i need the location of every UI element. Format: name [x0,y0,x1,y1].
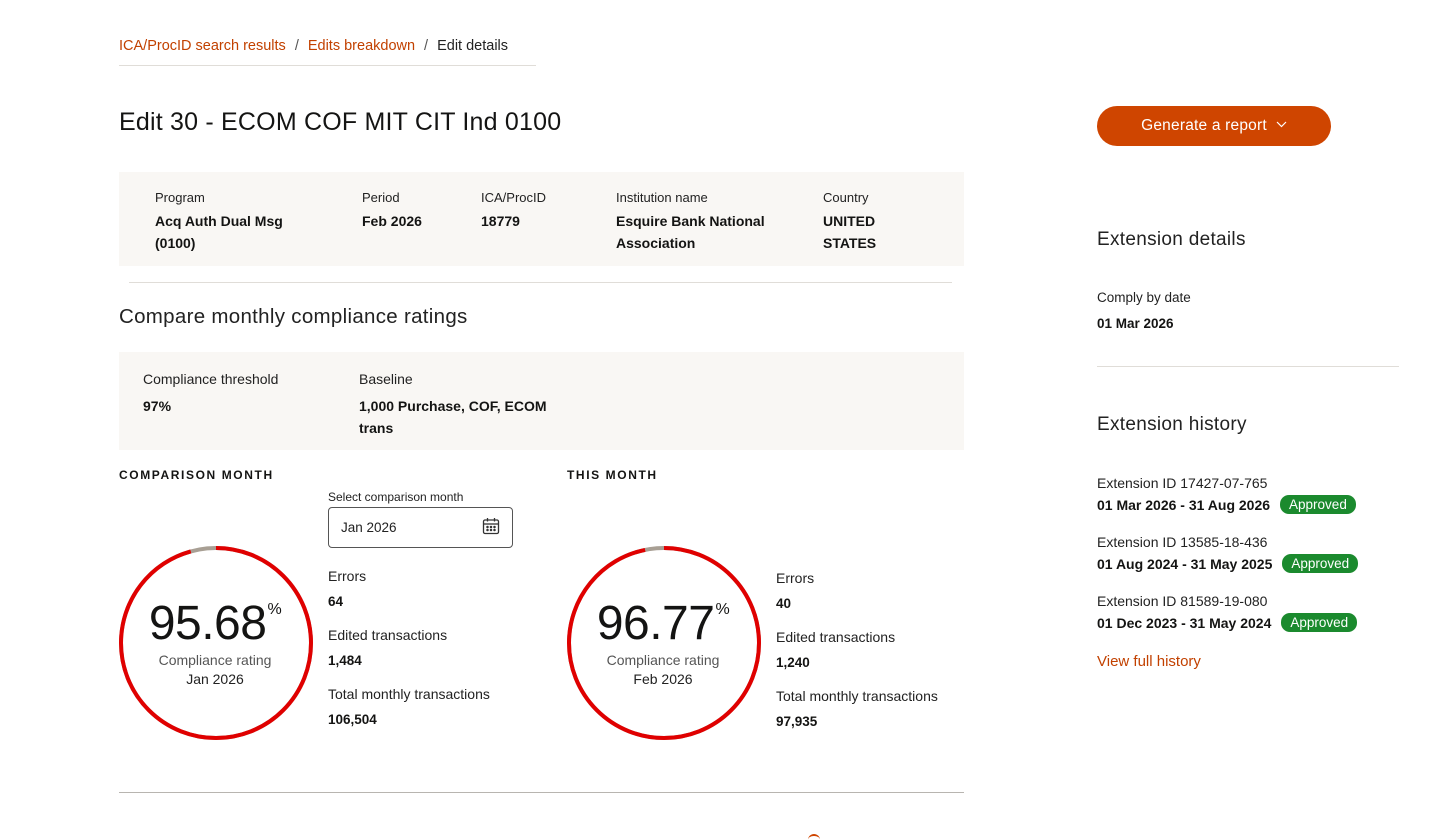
institution-label: Institution name [616,190,708,205]
country-value-line1: UNITED [823,213,876,229]
select-comparison-month-label: Select comparison month [328,490,464,504]
this-month-total-value: 97,935 [776,714,818,729]
period-value: Feb 2026 [362,213,422,229]
this-month-edited-value: 1,240 [776,655,810,670]
this-month-rating-text: 96.77% Compliance rating Feb 2026 [566,600,760,688]
extension-id: Extension ID 81589-19-080 [1097,593,1268,609]
this-month-rating-value: 96.77 [596,597,715,650]
divider [119,792,964,793]
comparison-rating-caption: Compliance rating [158,652,272,668]
breadcrumb-separator: / [424,38,429,54]
this-month-errors-label: Errors [776,570,815,586]
comparison-errors-value: 64 [328,594,344,609]
country-label: Country [823,190,869,205]
comparison-stats: Errors 64 Edited transactions 1,484 Tota… [328,568,490,727]
status-badge: Approved [1280,495,1356,514]
comply-by-label: Comply by date [1097,290,1191,305]
percent-sign: % [267,601,282,618]
institution-value-line2: Association [616,235,696,251]
country-value-line2: STATES [823,235,877,251]
divider [129,282,952,283]
extension-history-title: Extension history [1097,414,1247,435]
this-month-rating-month: Feb 2026 [633,671,693,687]
ica-value: 18779 [481,213,520,229]
comparison-edited-label: Edited transactions [328,627,448,643]
program-field: Program Acq Auth Dual Msg (0100) [155,190,283,254]
extension-history-item: Extension ID 81589-19-080 01 Dec 2023 - … [1097,593,1358,632]
comparison-rating-text: 95.68% Compliance rating Jan 2026 [118,600,312,688]
comparison-edited-value: 1,484 [328,653,362,668]
chevron-down-icon [1276,119,1287,131]
page-title: Edit 30 - ECOM COF MIT CIT Ind 0100 [119,108,562,136]
program-label: Program [155,190,205,205]
this-month-rating-caption: Compliance rating [606,652,720,668]
comparison-total-value: 106,504 [328,712,377,727]
ica-label: ICA/ProcID [481,190,547,205]
comply-by-value: 01 Mar 2026 [1097,316,1174,331]
period-label: Period [362,190,400,205]
extension-id: Extension ID 13585-18-436 [1097,534,1268,550]
extension-details-title: Extension details [1097,229,1246,250]
this-month-rating-number: 96.77% [566,600,760,648]
partial-icon [808,834,820,839]
comparison-total-label: Total monthly transactions [328,686,490,702]
comparison-rating-month: Jan 2026 [186,671,244,687]
extension-dates: 01 Mar 2026 - 31 Aug 2026 [1097,496,1271,513]
period-field: Period Feb 2026 [362,190,422,232]
baseline-label: Baseline [359,371,413,387]
edit-info-panel: Program Acq Auth Dual Msg (0100) Period … [119,172,964,266]
threshold-field: Compliance threshold 97% [143,371,278,417]
this-month-errors-value: 40 [776,596,792,611]
this-month-stats: Errors 40 Edited transactions 1,240 Tota… [776,570,938,729]
percent-sign: % [715,601,730,618]
calendar-icon[interactable] [482,517,500,538]
breadcrumb-separator: / [294,38,299,54]
baseline-value-line1: 1,000 Purchase, COF, ECOM [359,398,547,414]
comparison-errors-label: Errors [328,568,367,584]
breadcrumb: ICA/ProcID search results / Edits breakd… [119,38,536,66]
this-month-edited-label: Edited transactions [776,629,896,645]
country-field: Country UNITED STATES [823,190,876,254]
divider [1097,366,1399,367]
extension-dates: 01 Aug 2024 - 31 May 2025 [1097,555,1273,572]
baseline-field: Baseline 1,000 Purchase, COF, ECOM trans [359,371,547,439]
extension-id: Extension ID 17427-07-765 [1097,475,1268,491]
view-full-history-link[interactable]: View full history [1097,653,1201,670]
program-value-line2: (0100) [155,235,196,251]
comparison-month-picker[interactable]: Jan 2026 [328,507,513,548]
breadcrumb-link-search-results[interactable]: ICA/ProcID search results [119,38,286,54]
extension-dates: 01 Dec 2023 - 31 May 2024 [1097,614,1272,631]
threshold-label: Compliance threshold [143,371,279,387]
comparison-month-heading: COMPARISON MONTH [119,468,274,482]
compare-section-title: Compare monthly compliance ratings [119,305,468,328]
institution-value-line1: Esquire Bank National [616,213,765,229]
generate-report-button[interactable]: Generate a report [1097,106,1331,146]
status-badge: Approved [1281,613,1358,632]
generate-report-label: Generate a report [1141,117,1267,134]
comparison-rating-value: 95.68 [148,597,267,650]
comparison-rating-number: 95.68% [118,600,312,648]
institution-field: Institution name Esquire Bank National A… [616,190,765,254]
threshold-panel: Compliance threshold 97% Baseline 1,000 … [119,352,964,450]
comparison-month-value: Jan 2026 [341,520,397,535]
ica-field: ICA/ProcID 18779 [481,190,546,232]
status-badge: Approved [1282,554,1359,573]
program-value-line1: Acq Auth Dual Msg [155,213,283,229]
baseline-value-line2: trans [359,420,394,436]
extension-history-item: Extension ID 13585-18-436 01 Aug 2024 - … [1097,534,1359,573]
breadcrumb-current: Edit details [437,38,509,54]
extension-history-item: Extension ID 17427-07-765 01 Mar 2026 - … [1097,475,1356,514]
this-month-total-label: Total monthly transactions [776,688,938,704]
this-month-heading: THIS MONTH [567,468,658,482]
threshold-value: 97% [143,398,172,414]
breadcrumb-link-edits-breakdown[interactable]: Edits breakdown [308,38,415,54]
